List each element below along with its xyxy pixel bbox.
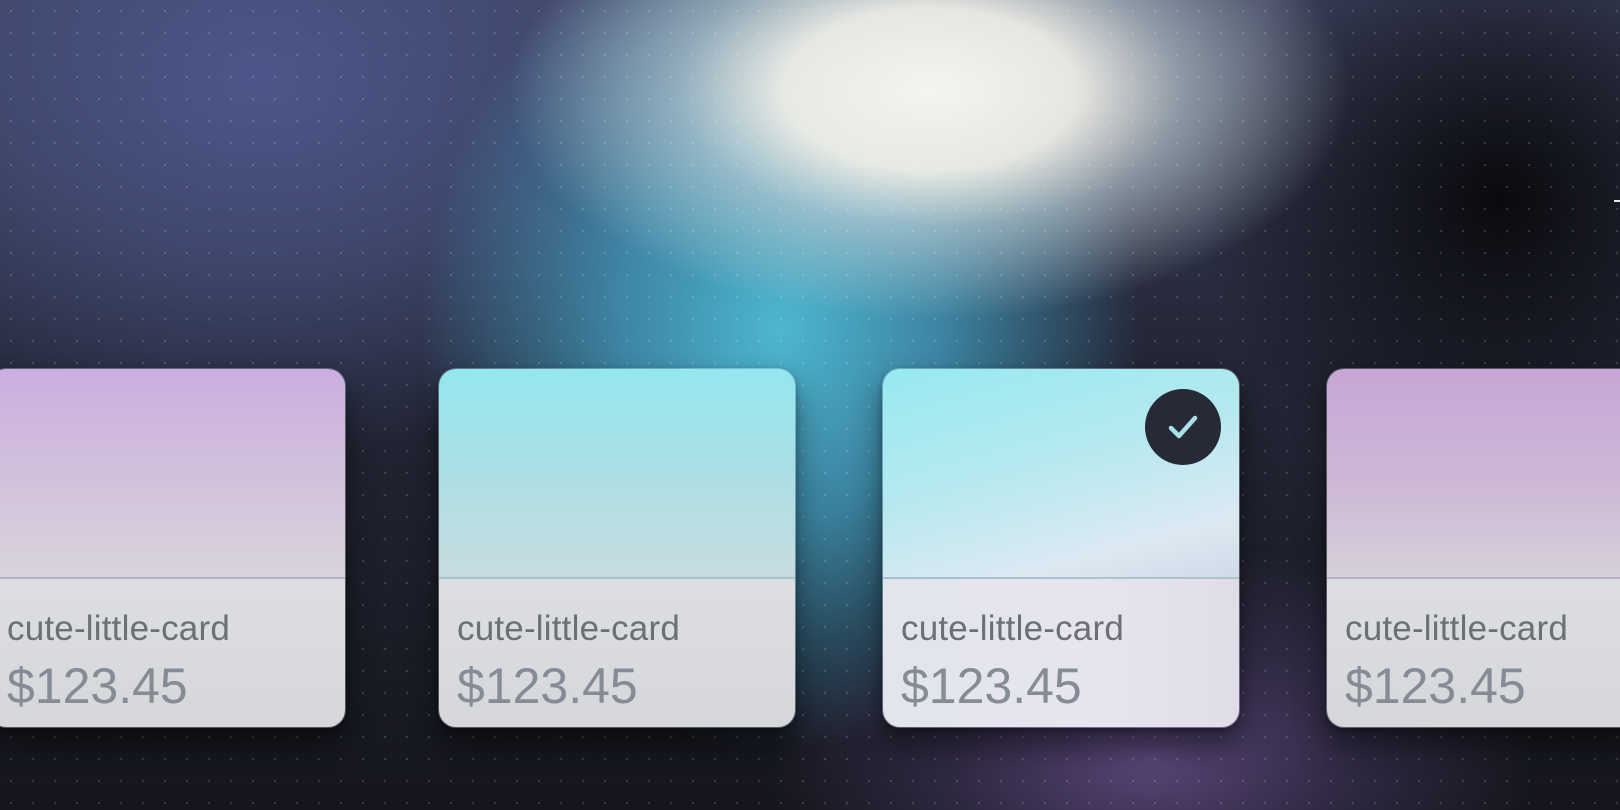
product-card-1[interactable]: cute-little-card $123.45: [0, 368, 346, 728]
gradient-background: cute-little-card $123.45 cute-little-car…: [0, 0, 1620, 810]
edge-marker: [1614, 200, 1620, 214]
card-price: $123.45: [1345, 658, 1526, 714]
card-title: cute-little-card: [1345, 609, 1568, 648]
product-card-3-selected[interactable]: cute-little-card $123.45: [882, 368, 1240, 728]
product-card-4[interactable]: cute-little-card $123.45: [1326, 368, 1620, 728]
card-image: [0, 369, 345, 579]
check-icon: [1168, 415, 1198, 439]
card-title: cute-little-card: [901, 609, 1124, 648]
product-card-2[interactable]: cute-little-card $123.45: [438, 368, 796, 728]
card-body: cute-little-card $123.45: [1327, 579, 1620, 727]
card-image: [1327, 369, 1620, 579]
card-body: cute-little-card $123.45: [883, 579, 1239, 727]
card-title: cute-little-card: [457, 609, 680, 648]
selected-badge[interactable]: [1145, 389, 1221, 465]
card-title: cute-little-card: [7, 609, 230, 648]
card-body: cute-little-card $123.45: [439, 579, 795, 727]
card-price: $123.45: [457, 658, 638, 714]
card-body: cute-little-card $123.45: [0, 579, 345, 727]
card-image: [439, 369, 795, 579]
card-price: $123.45: [901, 658, 1082, 714]
card-price: $123.45: [7, 658, 188, 714]
